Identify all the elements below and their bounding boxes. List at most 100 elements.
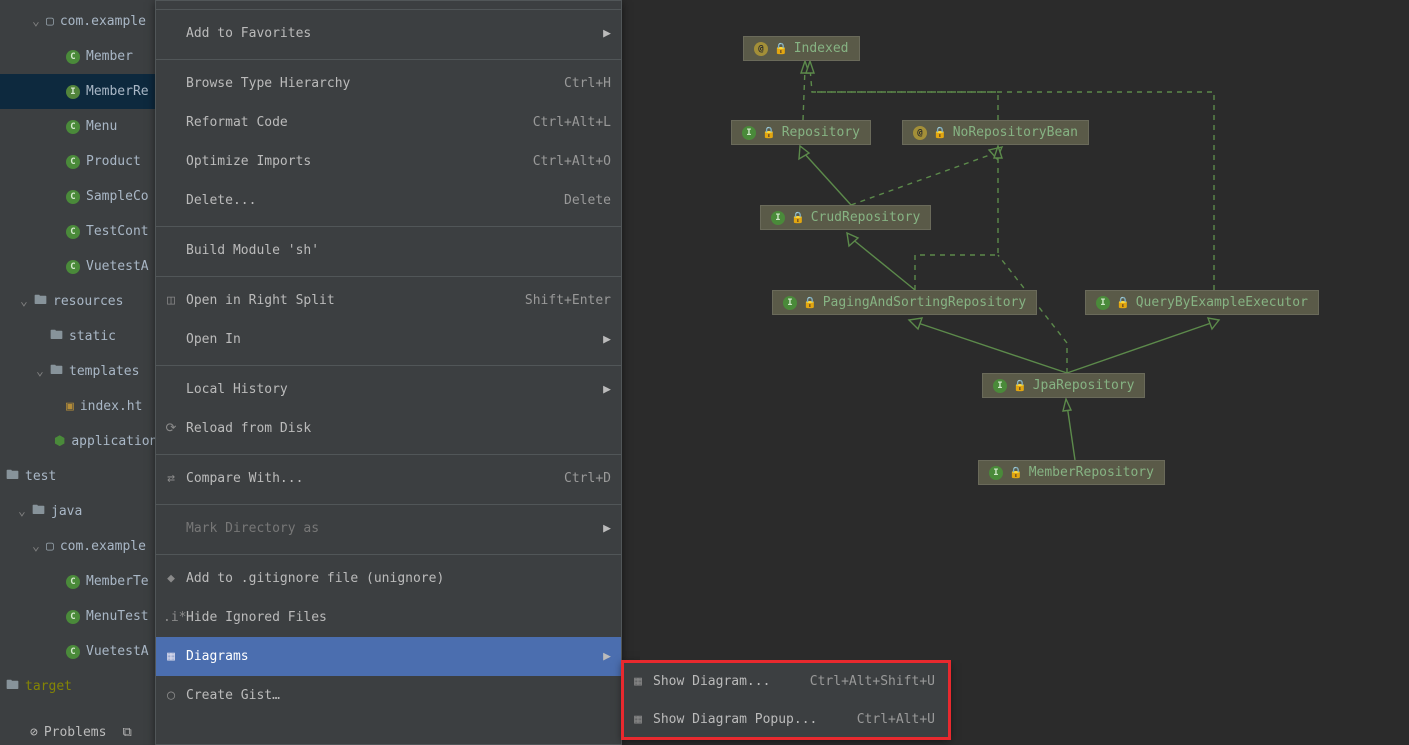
tree-index-html[interactable]: ▣index.ht — [0, 389, 155, 424]
terminal-icon[interactable]: ⧉ — [122, 725, 131, 740]
class-icon: C — [66, 155, 80, 169]
tree-test-member[interactable]: C MemberTe — [0, 564, 155, 599]
tree-test[interactable]: 🖿test — [0, 459, 155, 494]
node-querybyexample[interactable]: I🔒QueryByExampleExecutor — [1085, 290, 1319, 315]
submenu-show-diagram-popup[interactable]: ▦Show Diagram Popup...Ctrl+Alt+U — [623, 700, 949, 738]
html-icon: ▣ — [66, 399, 74, 414]
tree-test-menu[interactable]: C MenuTest — [0, 599, 155, 634]
tree-label: application — [71, 434, 155, 449]
menu-mark-directory: Mark Directory as▶ — [156, 509, 621, 548]
compare-icon: ⇄ — [163, 471, 179, 486]
diagram-icon: ▦ — [630, 674, 646, 689]
menu-open-in[interactable]: Open In ▶ — [156, 320, 621, 359]
tree-file-memberrepo[interactable]: IMemberRe — [0, 74, 155, 109]
menu-add-favorites[interactable]: Add to Favorites▶ — [156, 14, 621, 53]
menu-reformat[interactable]: Reformat CodeCtrl+Alt+L — [156, 103, 621, 142]
tree-file-sample[interactable]: C SampleCo — [0, 179, 155, 214]
menu-local-history[interactable]: Local History▶ — [156, 370, 621, 409]
menu-label: Reload from Disk — [186, 421, 611, 436]
lock-icon: 🔒 — [762, 126, 776, 139]
tree-package[interactable]: ⌄ ▢ com.example — [0, 4, 155, 39]
tree-label: SampleCo — [86, 189, 149, 204]
tree-file-product[interactable]: C Product — [0, 144, 155, 179]
annotation-icon: @ — [913, 126, 927, 140]
menu-hide-ignored[interactable]: .i*Hide Ignored Files — [156, 598, 621, 637]
node-repository[interactable]: I🔒Repository — [731, 120, 871, 145]
shortcut: Ctrl+Alt+L — [533, 115, 611, 130]
diagram-icon: ▦ — [163, 649, 179, 664]
class-icon: C — [66, 645, 80, 659]
menu-label: Browse Type Hierarchy — [186, 76, 564, 91]
shortcut: Delete — [564, 193, 611, 208]
menu-create-gist[interactable]: ◯Create Gist… — [156, 676, 621, 715]
node-jparepository[interactable]: I🔒JpaRepository — [982, 373, 1145, 398]
menu-label: Add to .gitignore file (unignore) — [186, 571, 611, 586]
class-diagram[interactable]: @🔒Indexed I🔒Repository @🔒NoRepositoryBea… — [640, 0, 1409, 660]
tree-label: MemberTe — [86, 574, 149, 589]
menu-label: Create Gist… — [186, 688, 611, 703]
node-paging[interactable]: I🔒PagingAndSortingRepository — [772, 290, 1037, 315]
chevron-down-icon: ⌄ — [32, 539, 42, 554]
chevron-right-icon: ▶ — [603, 332, 611, 347]
tree-package-test[interactable]: ⌄▢com.example — [0, 529, 155, 564]
tree-resources[interactable]: ⌄🖿resources — [0, 284, 155, 319]
node-crudrepository[interactable]: I🔒CrudRepository — [760, 205, 931, 230]
menu-label: Add to Favorites — [186, 26, 597, 41]
node-label: MemberRepository — [1029, 465, 1154, 480]
tree-file-vuetest[interactable]: CVuetestA — [0, 249, 155, 284]
class-icon: C — [66, 610, 80, 624]
menu-browse-hierarchy[interactable]: Browse Type HierarchyCtrl+H — [156, 64, 621, 103]
submenu-show-diagram[interactable]: ▦Show Diagram...Ctrl+Alt+Shift+U — [623, 662, 949, 700]
split-icon: ◫ — [163, 293, 179, 308]
problems-tab[interactable]: Problems — [44, 725, 107, 740]
node-label: JpaRepository — [1033, 378, 1135, 393]
tree-label: com.example — [60, 14, 146, 29]
menu-build-module[interactable]: Build Module 'sh' — [156, 231, 621, 270]
menu-label: Diagrams — [186, 649, 597, 664]
tree-file-testcont[interactable]: CTestCont — [0, 214, 155, 249]
tree-java[interactable]: ⌄🖿java — [0, 494, 155, 529]
tree-label: TestCont — [86, 224, 149, 239]
interface-icon: I — [771, 211, 785, 225]
folder-icon: 🖿 — [6, 466, 19, 488]
shortcut: Ctrl+Alt+U — [857, 712, 935, 727]
menu-label: Show Diagram... — [653, 674, 810, 689]
tree-test-vuetest[interactable]: CVuetestA — [0, 634, 155, 669]
menu-compare-with[interactable]: ⇄Compare With...Ctrl+D — [156, 459, 621, 498]
node-indexed[interactable]: @🔒Indexed — [743, 36, 860, 61]
menu-optimize-imports[interactable]: Optimize ImportsCtrl+Alt+O — [156, 142, 621, 181]
interface-icon: I — [783, 296, 797, 310]
menu-open-split[interactable]: ◫Open in Right SplitShift+Enter — [156, 281, 621, 320]
tree-file-member[interactable]: CMember — [0, 39, 155, 74]
menu-diagrams[interactable]: ▦Diagrams▶ — [156, 637, 621, 676]
menu-label: Open In — [186, 332, 597, 347]
tree-label: MenuTest — [86, 609, 149, 624]
menu-label: Build Module 'sh' — [186, 243, 611, 258]
menu-reload-disk[interactable]: ⟳Reload from Disk — [156, 409, 621, 448]
node-norepositorybean[interactable]: @🔒NoRepositoryBean — [902, 120, 1089, 145]
tree-target[interactable]: 🖿target — [0, 669, 155, 704]
tree-templates[interactable]: ⌄🖿templates — [0, 354, 155, 389]
node-label: Indexed — [794, 41, 849, 56]
package-icon: ▢ — [46, 14, 54, 29]
class-icon: C — [66, 575, 80, 589]
tree-label: Menu — [86, 119, 117, 134]
node-label: PagingAndSortingRepository — [823, 295, 1027, 310]
tree-static[interactable]: 🖿static — [0, 319, 155, 354]
node-memberrepository[interactable]: I🔒MemberRepository — [978, 460, 1165, 485]
menu-delete[interactable]: Delete...Delete — [156, 181, 621, 220]
git-icon: ◆ — [163, 571, 179, 586]
tree-label: java — [51, 504, 82, 519]
interface-icon: I — [1096, 296, 1110, 310]
lock-icon: 🔒 — [933, 126, 947, 139]
properties-icon: ⬢ — [54, 434, 65, 449]
diagram-icon: ▦ — [630, 712, 646, 727]
diagrams-submenu: ▦Show Diagram...Ctrl+Alt+Shift+U ▦Show D… — [622, 661, 950, 739]
chevron-right-icon: ▶ — [603, 521, 611, 536]
class-icon: C — [66, 260, 80, 274]
tree-application[interactable]: ⬢ application — [0, 424, 155, 459]
class-icon: C — [66, 190, 80, 204]
tree-file-menu[interactable]: CMenu — [0, 109, 155, 144]
tree-label: Product — [86, 154, 141, 169]
menu-add-gitignore[interactable]: ◆ Add to .gitignore file (unignore) — [156, 559, 621, 598]
